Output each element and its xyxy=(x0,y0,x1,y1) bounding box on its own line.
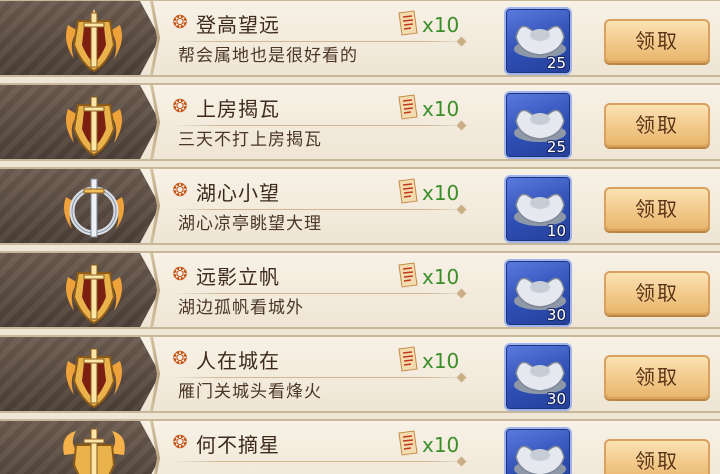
task-title: 上房揭瓦 xyxy=(196,97,280,121)
gold-shield-sword-emblem-icon xyxy=(66,264,122,325)
reward-item[interactable]: 30 xyxy=(504,259,572,327)
reward-quantity: 25 xyxy=(546,54,566,72)
task-desc: 湖边孤帆看城外 xyxy=(178,298,304,318)
flame-swirl-icon: ❂ xyxy=(172,12,188,33)
task-title: 湖心小望 xyxy=(196,181,280,205)
scroll-point-icon xyxy=(398,94,418,120)
task-desc: 湖心凉亭眺望大理 xyxy=(178,214,322,234)
claim-button[interactable]: 领取 xyxy=(604,355,710,399)
flame-swirl-icon: ❂ xyxy=(172,180,188,201)
reward-item[interactable] xyxy=(504,427,572,474)
scroll-point-icon xyxy=(398,10,418,36)
silver-ring-sword-emblem-icon xyxy=(64,178,124,238)
divider xyxy=(172,377,472,378)
point-count: x10 xyxy=(422,13,460,37)
gold-shield-sword-emblem-icon xyxy=(66,348,122,409)
task-row: ❂ 湖心小望 湖心凉亭眺望大理 x10 10 领取 xyxy=(0,167,720,245)
task-row: ❂ 人在城在 雁门关城头看烽火 x10 30 领取 xyxy=(0,335,720,413)
flame-swirl-icon: ❂ xyxy=(172,96,188,117)
divider-ornament xyxy=(456,120,467,131)
flame-swirl-icon: ❂ xyxy=(172,348,188,369)
task-desc: 雁门关城头看烽火 xyxy=(178,382,322,402)
divider-ornament xyxy=(456,372,467,383)
task-title: 何不摘星 xyxy=(196,433,280,457)
flame-swirl-icon: ❂ xyxy=(172,264,188,285)
divider-ornament xyxy=(456,36,467,47)
reward-item[interactable]: 25 xyxy=(504,7,572,75)
flame-swirl-icon: ❂ xyxy=(172,432,188,453)
claim-button[interactable]: 领取 xyxy=(604,103,710,147)
divider xyxy=(172,41,472,42)
task-row: ❂ 远影立帆 湖边孤帆看城外 x10 30 领取 xyxy=(0,251,720,329)
claim-button[interactable]: 领取 xyxy=(604,439,710,474)
task-desc: 三天不打上房揭瓦 xyxy=(178,130,322,150)
reward-quantity: 25 xyxy=(546,138,566,156)
reward-quantity: 30 xyxy=(546,390,566,408)
reward-quantity: 10 xyxy=(546,222,566,240)
divider xyxy=(172,209,472,210)
task-title: 登高望远 xyxy=(196,13,280,37)
point-count: x10 xyxy=(422,181,460,205)
claim-button[interactable]: 领取 xyxy=(604,271,710,315)
task-row: ❂ 登高望远 帮会属地也是很好看的 x10 25 领取 xyxy=(0,0,720,77)
point-count: x10 xyxy=(422,265,460,289)
silver-ingot-icon xyxy=(514,445,566,474)
claim-button[interactable]: 领取 xyxy=(604,19,710,63)
task-list: ❂ 登高望远 帮会属地也是很好看的 x10 25 领取 ❂ 上房揭瓦 三天不打上… xyxy=(0,0,720,474)
reward-item[interactable]: 25 xyxy=(504,91,572,159)
divider xyxy=(172,461,472,462)
divider-ornament xyxy=(456,204,467,215)
claim-button[interactable]: 领取 xyxy=(604,187,710,231)
divider xyxy=(172,293,472,294)
reward-item[interactable]: 10 xyxy=(504,175,572,243)
task-desc: 帮会属地也是很好看的 xyxy=(178,46,358,66)
divider-ornament xyxy=(456,456,467,467)
gold-flame-sword-emblem-icon xyxy=(63,428,125,474)
reward-item[interactable]: 30 xyxy=(504,343,572,411)
divider xyxy=(172,125,472,126)
reward-quantity: 30 xyxy=(546,306,566,324)
point-count: x10 xyxy=(422,433,460,457)
point-count: x10 xyxy=(422,349,460,373)
task-title: 远影立帆 xyxy=(196,265,280,289)
scroll-point-icon xyxy=(398,178,418,204)
gold-shield-sword-emblem-icon xyxy=(66,96,122,157)
gold-shield-sword-emblem-icon xyxy=(66,9,122,73)
scroll-point-icon xyxy=(398,346,418,372)
scroll-point-icon xyxy=(398,430,418,456)
point-count: x10 xyxy=(422,97,460,121)
task-row: ❂ 上房揭瓦 三天不打上房揭瓦 x10 25 领取 xyxy=(0,83,720,161)
scroll-point-icon xyxy=(398,262,418,288)
divider-ornament xyxy=(456,288,467,299)
task-title: 人在城在 xyxy=(196,349,280,373)
task-row: ❂ 何不摘星 x10 领取 xyxy=(0,419,720,474)
